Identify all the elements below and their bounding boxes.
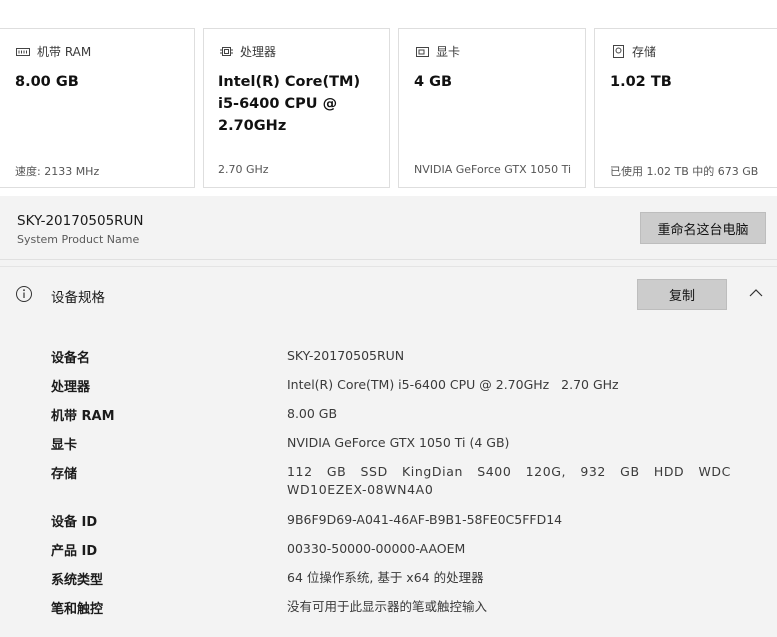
spec-label: 设备名 bbox=[51, 351, 91, 366]
system-product-name: System Product Name bbox=[17, 233, 140, 246]
processor-card-title: 处理器 bbox=[240, 45, 277, 59]
spec-label: 存储 bbox=[51, 467, 78, 482]
processor-card-value: Intel(R) Core(TM) i5-6400 CPU @ 2.70GHz bbox=[218, 74, 361, 134]
storage-card-title: 存储 bbox=[632, 45, 657, 59]
processor-card-footnote: 2.70 GHz bbox=[218, 163, 269, 176]
chevron-up-icon[interactable] bbox=[748, 285, 764, 301]
spec-label: 笔和触控 bbox=[51, 602, 104, 617]
spec-label: 设备 ID bbox=[51, 515, 98, 530]
computer-name-section: SKY-20170505RUN System Product Name 重命名这… bbox=[0, 197, 777, 260]
device-specs-header[interactable]: 设备规格 复制 bbox=[0, 266, 777, 324]
ram-card-header: 机带 RAM bbox=[15, 43, 91, 60]
spec-value: 没有可用于此显示器的笔或触控输入 bbox=[287, 599, 488, 614]
computer-name: SKY-20170505RUN bbox=[17, 213, 144, 229]
spec-label: 产品 ID bbox=[51, 544, 98, 559]
copy-button[interactable]: 复制 bbox=[637, 279, 727, 310]
spec-value: 00330-50000-00000-AAOEM bbox=[287, 541, 466, 556]
ram-card: 机带 RAM 8.00 GB 速度: 2133 MHz bbox=[0, 28, 195, 188]
processor-card-header: 处理器 bbox=[218, 43, 276, 60]
graphics-card-header: 显卡 bbox=[414, 43, 460, 60]
spec-value: NVIDIA GeForce GTX 1050 Ti (4 GB) bbox=[287, 435, 510, 450]
storage-card-footnote: 已使用 1.02 TB 中的 673 GB bbox=[610, 165, 759, 178]
spec-label: 机带 RAM bbox=[51, 409, 115, 424]
storage-card-header: 存储 bbox=[610, 43, 656, 60]
storage-card: 存储 1.02 TB 已使用 1.02 TB 中的 673 GB bbox=[594, 28, 777, 188]
graphics-card: 显卡 4 GB NVIDIA GeForce GTX 1050 Ti bbox=[398, 28, 586, 188]
graphics-card-footnote: NVIDIA GeForce GTX 1050 Ti bbox=[414, 163, 572, 176]
spec-label: 处理器 bbox=[51, 380, 91, 395]
processor-card: 处理器 Intel(R) Core(TM) i5-6400 CPU @ 2.70… bbox=[203, 28, 390, 188]
memory-icon bbox=[15, 44, 31, 60]
graphics-card-value: 4 GB bbox=[414, 74, 453, 90]
processor-icon bbox=[218, 44, 234, 60]
spec-value: 9B6F9D69-A041-46AF-B9B1-58FE0C5FFD14 bbox=[287, 512, 563, 527]
graphics-card-title: 显卡 bbox=[436, 45, 461, 59]
spec-value: Intel(R) Core(TM) i5-6400 CPU @ 2.70GHz … bbox=[287, 377, 619, 392]
spec-label: 系统类型 bbox=[51, 573, 104, 588]
spec-label: 显卡 bbox=[51, 438, 78, 453]
storage-card-value: 1.02 TB bbox=[610, 74, 672, 90]
info-icon bbox=[16, 286, 32, 302]
spec-value: 64 位操作系统, 基于 x64 的处理器 bbox=[287, 570, 484, 585]
rename-pc-button[interactable]: 重命名这台电脑 bbox=[640, 212, 766, 244]
ram-card-footnote: 速度: 2133 MHz bbox=[15, 165, 100, 178]
storage-icon bbox=[610, 44, 626, 60]
spec-value: SKY-20170505RUN bbox=[287, 348, 405, 363]
spec-value: 8.00 GB bbox=[287, 406, 338, 421]
ram-card-value: 8.00 GB bbox=[15, 74, 79, 90]
spec-value: 112 GB SSD KingDian S400 120G, 932 GB HD… bbox=[287, 464, 731, 497]
ram-card-title: 机带 RAM bbox=[37, 45, 92, 59]
graphics-card-icon bbox=[414, 44, 430, 60]
device-specs-list: 设备名 SKY-20170505RUN 处理器 Intel(R) Core(TM… bbox=[0, 323, 777, 637]
device-specs-title: 设备规格 bbox=[51, 290, 105, 306]
